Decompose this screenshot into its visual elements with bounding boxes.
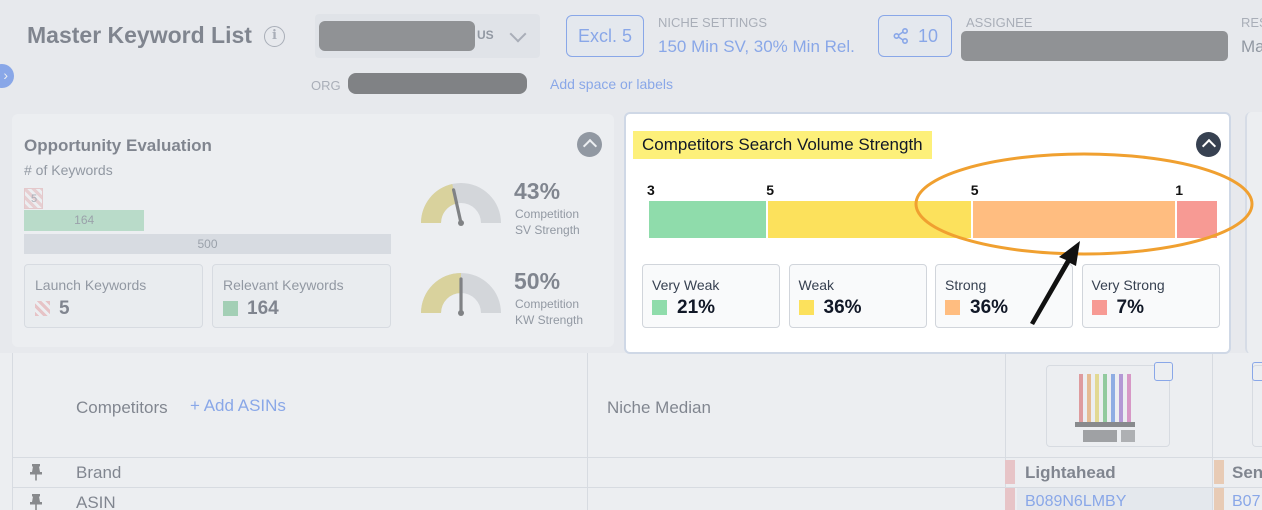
product-brand: Lightahead [1025, 463, 1116, 482]
launch-keywords-value: 5 [59, 298, 70, 319]
exclude-button[interactable]: Excl. 5 [566, 15, 644, 57]
res-value: Ma [1241, 37, 1262, 56]
select-product-checkbox[interactable] [1154, 362, 1173, 381]
kw-strength-pct: 50% [514, 268, 561, 294]
asin-row-label: ASIN [76, 493, 116, 510]
launch-keywords-stat: Launch Keywords 5 [24, 264, 203, 328]
strength-legend-value: 7% [1116, 297, 1144, 318]
strength-segment [972, 201, 1176, 238]
market-code: US [477, 28, 494, 42]
niche-median-header: Niche Median [607, 398, 711, 417]
product-image[interactable] [1046, 365, 1170, 447]
strength-legend-label: Strong [945, 277, 987, 293]
strength-segment-count: 5 [970, 182, 979, 198]
strength-legend-label: Very Strong [1091, 277, 1165, 293]
launch-swatch-icon [35, 301, 50, 316]
opportunity-evaluation-card: Opportunity Evaluation # of Keywords 5 1… [12, 114, 614, 347]
chevron-down-icon [509, 25, 527, 43]
page-header: Master Keyword List i US Excl. 5 NICHE S… [0, 0, 1262, 108]
select-product-checkbox[interactable] [1252, 362, 1262, 381]
brand-row-label: Brand [76, 463, 122, 482]
product-brand: Sen [1232, 463, 1262, 482]
strength-legend-label: Very Weak [652, 277, 720, 293]
strength-swatch-icon [652, 300, 667, 315]
brand-color-strip [1214, 460, 1224, 484]
strength-swatch-icon [945, 300, 960, 315]
sv-strength-caption-2: SV Strength [515, 223, 580, 237]
marketplace-select[interactable]: US [315, 14, 540, 58]
strength-legend-value: 36% [823, 297, 862, 318]
opportunity-title: Opportunity Evaluation [24, 136, 212, 155]
share-count: 10 [917, 25, 939, 46]
competitors-table: Competitors + Add ASINs Niche Median Bra… [0, 353, 1262, 510]
strength-legend-item: Strong 36% [935, 264, 1073, 328]
share-icon [893, 27, 908, 45]
collapse-competitors-button[interactable] [1196, 132, 1221, 157]
strength-legend-item: Weak 36% [788, 264, 927, 328]
product-asin-link[interactable]: B07 [1232, 493, 1260, 510]
assignee-label: ASSIGNEE [966, 15, 1033, 30]
relevant-keywords-stat: Relevant Keywords 164 [212, 264, 391, 328]
strength-segment-count: 5 [766, 182, 775, 198]
share-button[interactable]: 10 [878, 15, 952, 57]
gauge-fill [421, 183, 457, 223]
strength-legend-value: 21% [677, 297, 716, 318]
competitors-header: Competitors [76, 398, 168, 417]
product-tubes-image [1075, 374, 1135, 442]
niche-settings-label: NICHE SETTINGS [658, 15, 768, 30]
sv-strength-pct: 43% [514, 178, 561, 204]
launch-keywords-bar: 5 [24, 188, 43, 209]
sv-strength-caption-1: Competition [515, 207, 580, 221]
info-icon[interactable]: i [264, 26, 285, 47]
strength-segment [1177, 201, 1217, 238]
pin-icon[interactable] [28, 463, 44, 481]
relevant-keywords-label: Relevant Keywords [223, 277, 344, 293]
brand-color-strip [1005, 460, 1015, 484]
kw-strength-gauge [421, 273, 501, 316]
launch-keywords-label: Launch Keywords [35, 277, 147, 293]
competitors-strength-title: Competitors Search Volume Strength [633, 131, 932, 159]
keywords-count-label: # of Keywords [24, 162, 113, 178]
redacted-assignee[interactable] [961, 31, 1228, 61]
brand-color-strip [1005, 488, 1015, 510]
redacted-org-name [348, 73, 527, 94]
add-labels-link[interactable]: Add space or labels [550, 76, 673, 92]
relevant-keywords-bar: 164 [24, 210, 145, 231]
kw-strength-caption-1: Competition [515, 297, 580, 311]
relevant-swatch-icon [223, 301, 238, 316]
page-title: Master Keyword List [27, 22, 252, 48]
collapse-opportunity-button[interactable] [577, 132, 602, 157]
strength-segment [768, 201, 971, 238]
product-asin-link[interactable]: B089N6LMBY [1025, 493, 1126, 510]
total-keywords-bar: 500 [24, 234, 391, 254]
competitors-sv-strength-card: Competitors Search Volume Strength 3551 … [624, 112, 1231, 354]
pin-icon[interactable] [28, 493, 44, 510]
res-label: RES [1241, 15, 1262, 30]
gauge-fill [421, 273, 461, 313]
strength-segment [649, 201, 767, 238]
strength-swatch-icon [798, 300, 814, 315]
next-card-partial [1245, 112, 1262, 354]
row-divider [12, 457, 1262, 458]
sv-strength-gauge [421, 183, 501, 226]
strength-legend-item: Very Strong 7% [1081, 264, 1220, 328]
strength-legend-item: Very Weak 21% [642, 264, 780, 328]
brand-color-strip [1214, 488, 1224, 510]
niche-settings-link[interactable]: 150 Min SV, 30% Min Rel. [658, 37, 855, 57]
strength-swatch-icon [1091, 300, 1107, 315]
add-asins-button[interactable]: + Add ASINs [190, 396, 286, 416]
redacted-marketplace-name [319, 21, 475, 51]
strength-legend-value: 36% [970, 297, 1009, 318]
kw-strength-caption-2: KW Strength [515, 313, 584, 327]
relevant-keywords-value: 164 [247, 298, 279, 319]
strength-segment-count: 1 [1175, 182, 1184, 198]
org-label: ORG [311, 78, 341, 93]
strength-segment-count: 3 [647, 182, 655, 198]
strength-legend-label: Weak [798, 277, 835, 293]
